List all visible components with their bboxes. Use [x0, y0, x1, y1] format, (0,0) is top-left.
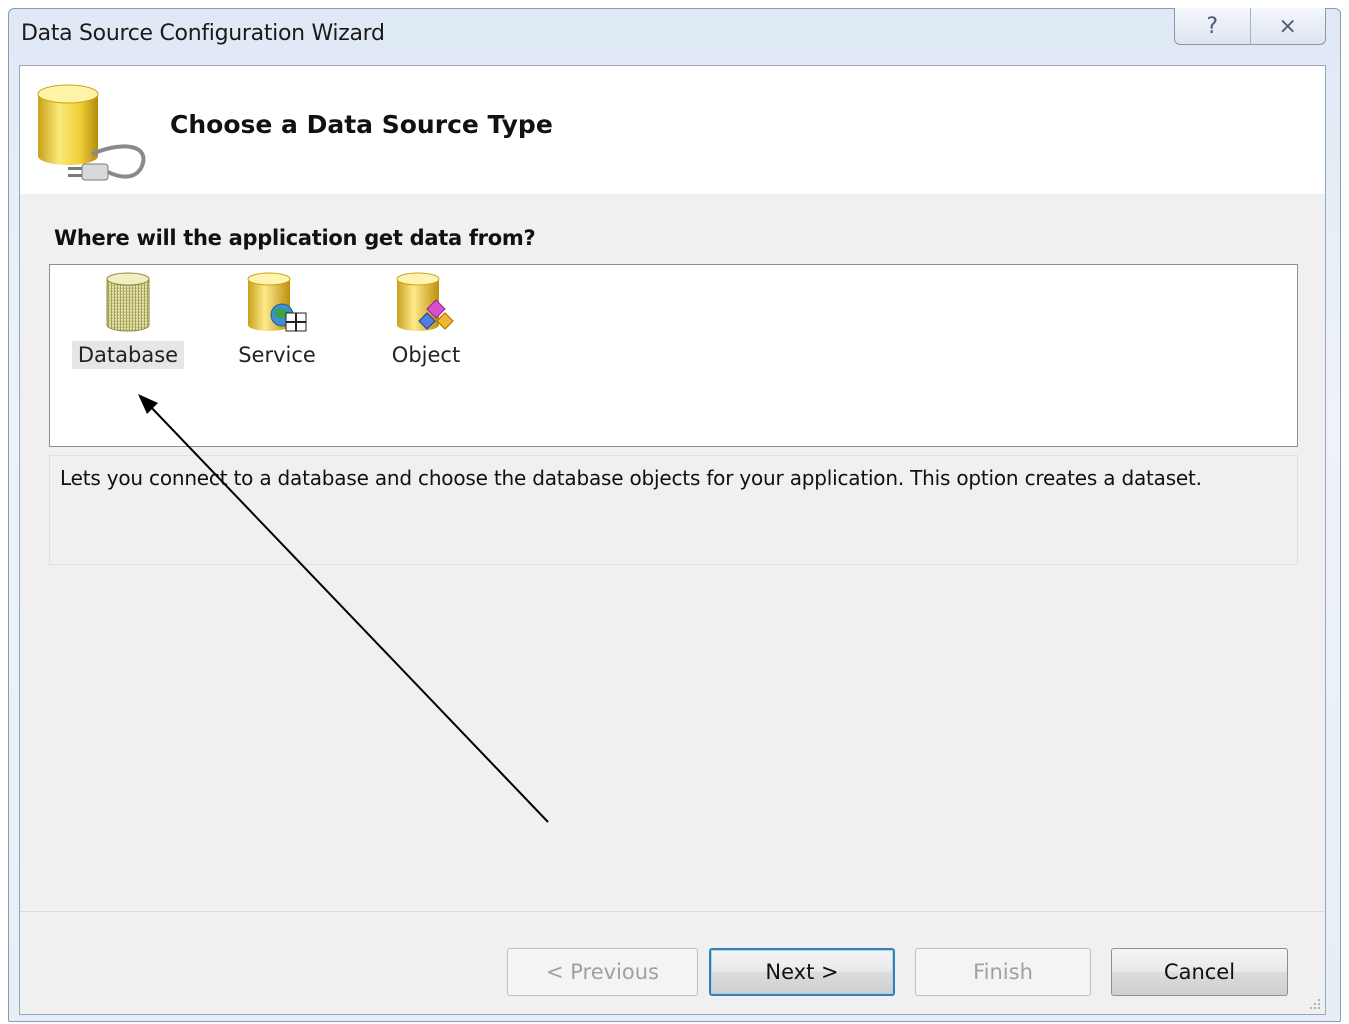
source-item-label: Service [238, 343, 316, 367]
caption-buttons: ? ⨯ [1174, 8, 1326, 45]
previous-button[interactable]: < Previous [507, 948, 698, 996]
database-icon [106, 272, 150, 332]
window-title: Data Source Configuration Wizard [21, 21, 385, 46]
next-button[interactable]: Next > [709, 948, 895, 996]
footer-divider [20, 911, 1325, 912]
source-item-database[interactable]: Database [70, 271, 186, 379]
title-bar[interactable]: Data Source Configuration Wizard ? ⨯ [9, 8, 1340, 65]
help-button[interactable]: ? [1175, 8, 1250, 44]
object-icon [396, 272, 454, 331]
service-icon [247, 272, 307, 332]
wizard-body: Choose a Data Source Type Where will the… [19, 65, 1326, 1015]
resize-grip-icon[interactable] [1307, 996, 1321, 1010]
wizard-header: Choose a Data Source Type [20, 66, 1325, 194]
finish-button[interactable]: Finish [915, 948, 1091, 996]
database-plug-icon [37, 84, 146, 181]
wizard-window: Data Source Configuration Wizard ? ⨯ Cho… [8, 8, 1341, 1022]
page-title: Choose a Data Source Type [170, 110, 553, 139]
source-item-object[interactable]: Object [368, 271, 484, 379]
source-item-service[interactable]: Service [219, 271, 335, 379]
source-type-list[interactable]: Database Service Object [49, 264, 1298, 447]
help-icon: ? [1206, 13, 1219, 39]
close-icon: ⨯ [1278, 13, 1297, 39]
cancel-button[interactable]: Cancel [1111, 948, 1288, 996]
source-item-label: Database [71, 341, 185, 369]
description-panel: Lets you connect to a database and choos… [49, 455, 1298, 565]
source-item-label: Object [391, 343, 461, 367]
question-label: Where will the application get data from… [54, 226, 536, 250]
close-button[interactable]: ⨯ [1249, 8, 1326, 44]
description-text: Lets you connect to a database and choos… [60, 466, 1202, 490]
